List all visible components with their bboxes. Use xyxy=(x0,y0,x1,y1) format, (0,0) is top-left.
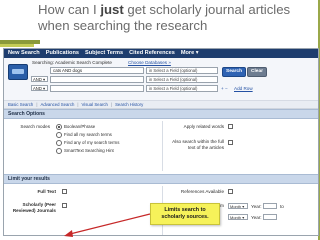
search-options-header: Search Options xyxy=(4,109,318,119)
limits-header: Limit your results xyxy=(4,174,318,184)
nav-subject-terms[interactable]: Subject Terms xyxy=(85,49,123,58)
search-input-3[interactable] xyxy=(50,85,144,92)
scholarly-label: Scholarly (Peer Reviewed) Journals xyxy=(12,202,56,213)
year-to-label: Year: xyxy=(251,215,262,220)
full-text-checkbox[interactable] xyxy=(62,189,67,194)
subnav-separator: | xyxy=(110,102,113,107)
references-label: References Available xyxy=(180,189,224,194)
add-remove-row-controls[interactable]: + − xyxy=(221,86,228,91)
ribbon-light xyxy=(0,44,34,47)
search-modes-label: Search modes xyxy=(20,124,50,129)
search-input-2[interactable] xyxy=(50,76,144,83)
mode-label-boolean: Boolean/Phrase xyxy=(64,124,96,129)
scholarly-checkbox[interactable] xyxy=(62,203,67,208)
subnav-visual-search[interactable]: Visual Search xyxy=(82,102,108,107)
search-zone: Searching: Academic Search Complete Choo… xyxy=(4,58,318,101)
subnav-basic-search[interactable]: Basic Search xyxy=(8,102,33,107)
nav-cited-references[interactable]: Cited References xyxy=(129,49,175,58)
year-from-input[interactable] xyxy=(263,203,277,209)
mode-radio-any[interactable] xyxy=(56,140,62,146)
month-to-select[interactable]: Month ▾ xyxy=(228,214,248,220)
year-to-input[interactable] xyxy=(263,214,277,220)
column-divider xyxy=(162,121,163,171)
nav-new-search[interactable]: New Search xyxy=(8,49,40,58)
mode-label-smarttext: SmartText Searching Hint xyxy=(64,148,114,153)
to-label: to xyxy=(280,204,284,209)
also-search-checkbox[interactable] xyxy=(228,140,233,145)
ebsco-logo-icon xyxy=(8,64,28,80)
choose-databases-link[interactable]: Choose Databases » xyxy=(128,60,171,65)
year-from-label: Year: xyxy=(251,204,262,209)
apply-related-label: Apply related words xyxy=(183,124,224,129)
mode-radio-smarttext[interactable] xyxy=(56,148,62,154)
field-select-1[interactable]: in Select a Field (optional) xyxy=(146,67,218,74)
title-emphasis: just xyxy=(100,2,124,17)
field-select-3[interactable]: in Select a Field (optional) xyxy=(146,85,218,92)
bool-select-2[interactable]: AND ▾ xyxy=(31,76,48,82)
bool-select-3[interactable]: AND ▾ xyxy=(31,85,48,91)
search-input-1[interactable]: cats AND dogs xyxy=(50,67,144,74)
mode-radio-all[interactable] xyxy=(56,132,62,138)
searching-label: Searching: Academic Search Complete xyxy=(32,60,112,65)
apply-related-checkbox[interactable] xyxy=(228,124,233,129)
title-prefix: How can I xyxy=(38,2,101,17)
references-checkbox[interactable] xyxy=(228,189,233,194)
month-from-select[interactable]: Month ▾ xyxy=(228,203,248,209)
subnav-advanced-search[interactable]: Advanced Search xyxy=(40,102,74,107)
also-search-label: Also search within the full text of the … xyxy=(172,139,224,150)
search-options-panel: Search modes Boolean/Phrase Find all my … xyxy=(4,119,318,174)
top-nav: New Search Publications Subject Terms Ci… xyxy=(4,49,318,58)
mode-label-all: Find all my search terms xyxy=(64,132,112,137)
nav-more[interactable]: More ▾ xyxy=(181,49,199,58)
search-button[interactable]: Search xyxy=(222,67,246,77)
clear-button[interactable]: Clear xyxy=(247,67,267,77)
slide-title: How can I just get scholarly journal art… xyxy=(38,2,314,34)
subnav-separator: | xyxy=(77,102,79,107)
search-subnav: Basic Search | Advanced Search | Visual … xyxy=(4,101,318,109)
subnav-separator: | xyxy=(36,102,38,107)
nav-publications[interactable]: Publications xyxy=(46,49,79,58)
full-text-label: Full Text xyxy=(37,189,56,194)
callout-note: Limits search to scholarly sources. xyxy=(150,203,220,225)
field-select-2[interactable]: in Select a Field (optional) xyxy=(146,76,218,83)
mode-radio-boolean[interactable] xyxy=(56,124,62,130)
add-row-link[interactable]: Add Row xyxy=(234,86,253,91)
subnav-search-history[interactable]: Search History xyxy=(115,102,143,107)
mode-label-any: Find any of my search terms xyxy=(64,140,120,145)
